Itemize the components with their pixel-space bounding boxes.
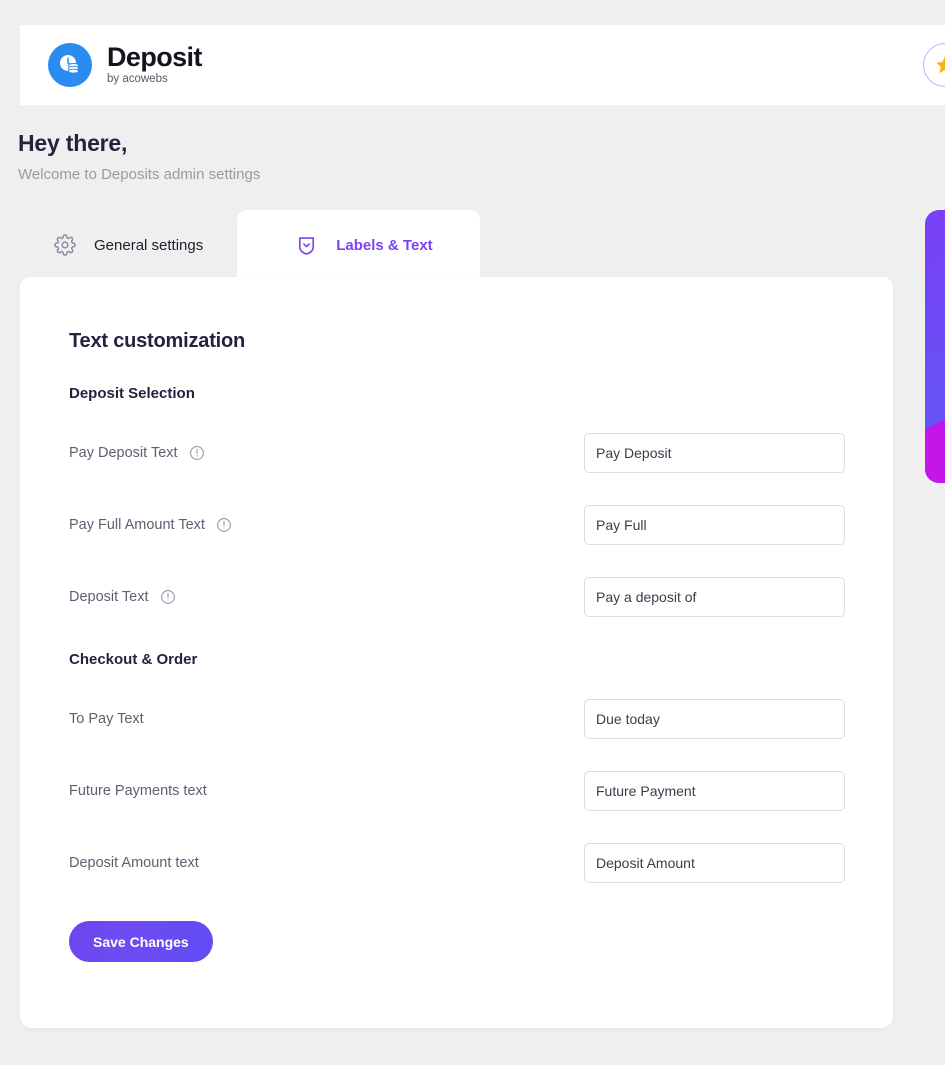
gear-icon [54,234,76,256]
app-root: Deposit by acowebs Hey there, Welcome to… [0,0,945,1065]
field-label: To Pay Text [69,711,144,727]
field-label: Deposit Amount text [69,855,199,871]
info-icon[interactable] [160,589,176,605]
field-input-wrap [584,505,864,545]
page-title: Hey there, [18,130,128,156]
deposit-text-input[interactable] [584,577,845,617]
tab-bar: General settings Labels & Text [20,210,481,280]
deposit-amount-text-input[interactable] [584,843,845,883]
side-accent-shape [925,404,945,483]
form-row: Deposit Text [69,561,864,633]
brand: Deposit by acowebs [48,43,202,87]
form-row: Deposit Amount text [69,827,864,899]
text-customization-form: Deposit Selection Pay Deposit Text Pay D… [69,385,864,962]
field-input-wrap [584,577,864,617]
star-icon[interactable] [923,43,945,87]
field-input-wrap [584,699,864,739]
form-row: Pay Full Amount Text [69,489,864,561]
info-icon[interactable] [216,517,232,533]
pay-deposit-text-input[interactable] [584,433,845,473]
field-label: Pay Full Amount Text [69,517,584,533]
tab-general-settings-label: General settings [94,236,204,254]
future-payments-text-input[interactable] [584,771,845,811]
section-header-checkout-order: Checkout & Order [69,651,198,668]
side-accent-panel [925,210,945,483]
greeting: Hey there, Welcome to Deposits admin set… [18,130,260,183]
info-icon[interactable] [189,445,205,461]
field-input-wrap [584,843,864,883]
brand-title: Deposit [107,42,202,73]
shield-chevron-icon [295,234,318,257]
form-row: Pay Deposit Text [69,417,864,489]
brand-subtitle: by acowebs [107,73,168,86]
field-label: Future Payments text [69,783,207,799]
save-changes-button[interactable]: Save Changes [69,921,213,962]
form-row: To Pay Text [69,683,864,755]
tab-general-settings[interactable]: General settings [20,210,237,280]
card-title: Text customization [69,330,246,352]
page-subtitle: Welcome to Deposits admin settings [18,166,261,183]
clock-coins-icon [48,43,92,87]
section-header-deposit-selection: Deposit Selection [69,385,195,402]
settings-card: Text customization Deposit Selection Pay… [20,277,893,1028]
to-pay-text-input[interactable] [584,699,845,739]
tab-labels-text-label: Labels & Text [336,236,433,254]
field-input-wrap [584,433,864,473]
field-label: Deposit Text [69,589,584,605]
tab-labels-text[interactable]: Labels & Text [237,210,481,280]
app-header: Deposit by acowebs [20,25,945,105]
field-input-wrap [584,771,864,811]
form-row: Future Payments text [69,755,864,827]
pay-full-amount-text-input[interactable] [584,505,845,545]
field-label: Pay Deposit Text [69,445,584,461]
save-button-wrap: Save Changes [69,921,864,962]
